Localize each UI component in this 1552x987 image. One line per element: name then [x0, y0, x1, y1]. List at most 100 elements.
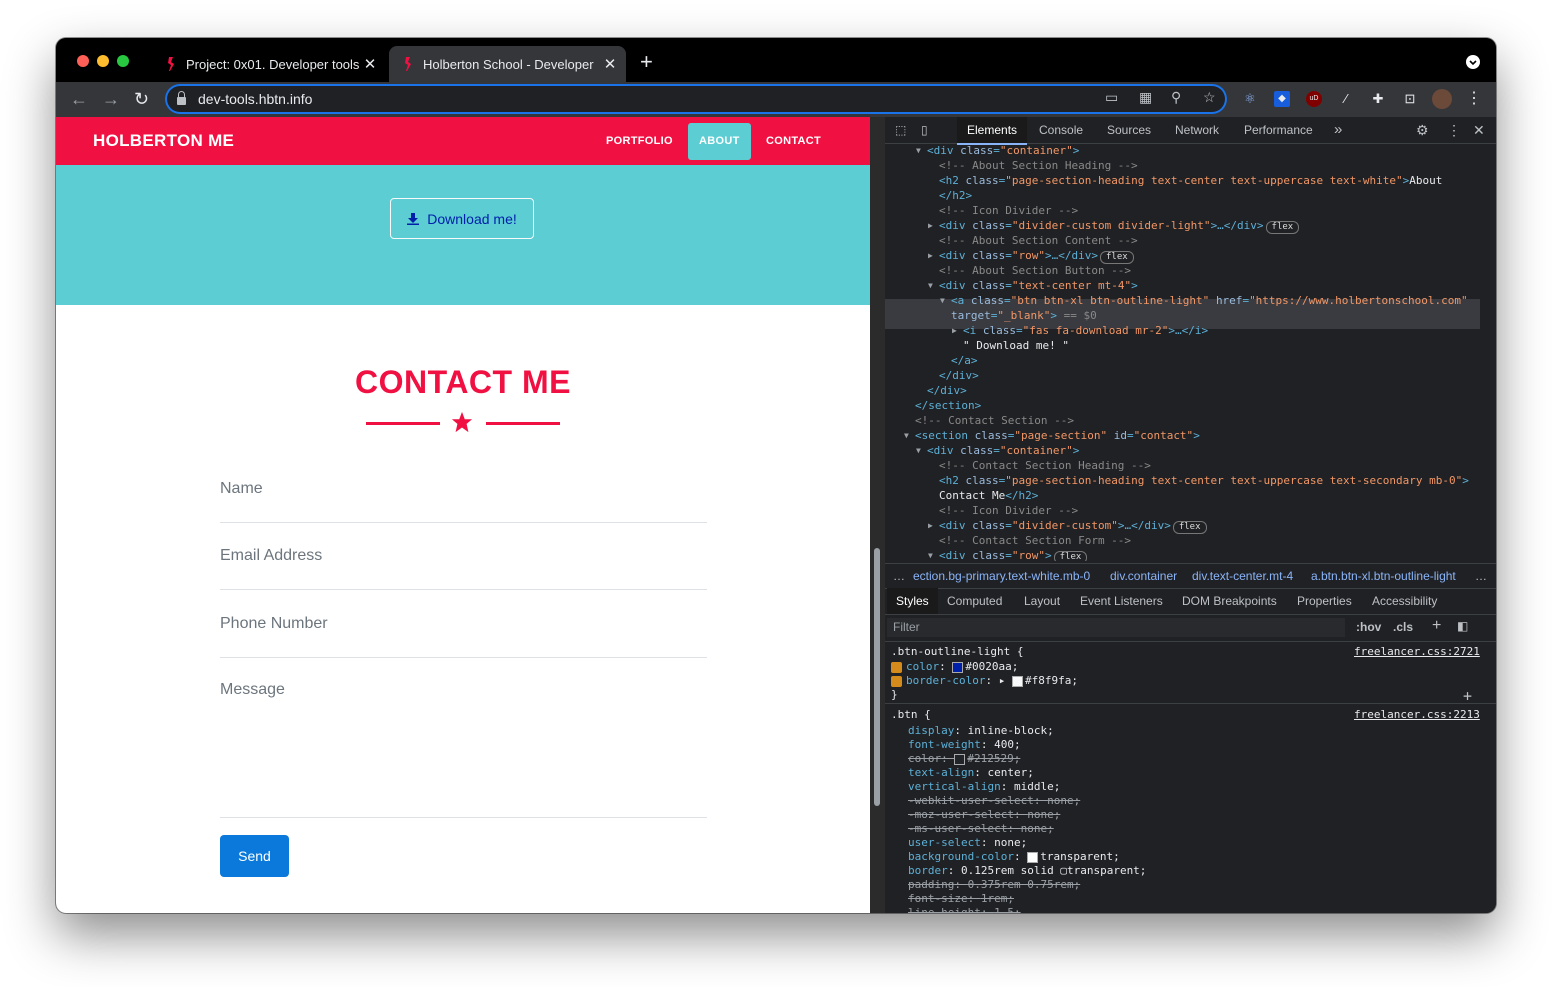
expanded-arrow-icon[interactable]: ▼	[928, 278, 933, 293]
cast-tab-icon[interactable]: ▭	[1105, 89, 1118, 106]
rule1-source-link[interactable]: freelancer.css:2721	[1354, 645, 1480, 659]
dom-node-line[interactable]: ▼ <div class="row"> flex	[928, 548, 1088, 561]
dom-node-line[interactable]: </section>	[915, 398, 981, 413]
dom-node-line[interactable]: </div>	[939, 368, 979, 383]
color-swatch[interactable]	[954, 753, 966, 765]
dom-node-line[interactable]: <!-- Icon Divider -->	[939, 503, 1078, 518]
tab-accessibility[interactable]: Accessibility	[1372, 588, 1437, 614]
minimize-window-button[interactable]	[97, 55, 109, 67]
css-property[interactable]: border: 0.125rem solid ▢transparent;	[908, 864, 1146, 878]
collapsed-arrow-icon[interactable]: ▶	[952, 323, 957, 338]
css-property[interactable]: font-size: 1rem;	[908, 892, 1014, 906]
css-property[interactable]: color: #212529;	[908, 752, 1020, 766]
dom-node-line[interactable]: ▼ <a class="btn btn-xl btn-outline-light"…	[940, 293, 1468, 308]
dom-node-line[interactable]: ▼ <div class="container">	[916, 443, 1079, 458]
site-brand[interactable]: HOLBERTON ME	[93, 131, 234, 151]
forward-icon[interactable]: →	[102, 89, 120, 109]
tab-styles[interactable]: Styles	[887, 588, 938, 614]
expanded-arrow-icon[interactable]: ▼	[940, 293, 945, 308]
close-tab-icon[interactable]: ✕	[600, 55, 620, 73]
breadcrumb-ellipsis[interactable]: …	[893, 564, 905, 588]
flex-badge[interactable]: flex	[1172, 521, 1207, 534]
bookmark-star-icon[interactable]: ☆	[1203, 89, 1216, 106]
css-property[interactable]: background-color: transparent;	[908, 850, 1120, 864]
new-tab-icon[interactable]: +	[640, 50, 653, 74]
dom-node-line[interactable]: <!-- About Section Heading -->	[939, 158, 1138, 173]
close-tab-icon[interactable]: ✕	[360, 55, 380, 73]
zoom-window-button[interactable]	[117, 55, 129, 67]
tab-network[interactable]: Network	[1175, 117, 1219, 143]
hov-toggle[interactable]: :hov	[1356, 620, 1381, 634]
css-property[interactable]: user-select: none;	[908, 836, 1027, 850]
dom-node-line[interactable]: <!-- Contact Section Heading -->	[939, 458, 1151, 473]
css-property[interactable]: padding: 0.375rem 0.75rem;	[908, 878, 1080, 892]
color-swatch[interactable]	[1011, 675, 1023, 687]
dom-node-line[interactable]: </div>	[927, 383, 967, 398]
dom-node-line[interactable]: target="_blank"> == $0	[951, 308, 1097, 323]
page-scrollbar-thumb[interactable]	[874, 548, 880, 806]
dom-node-line[interactable]: </h2>	[939, 188, 972, 203]
nav-portfolio[interactable]: PORTFOLIO	[606, 117, 673, 165]
dom-node-line[interactable]: <!-- Icon Divider -->	[939, 203, 1078, 218]
dom-node-line[interactable]: ▼ <div class="text-center mt-4">	[928, 278, 1138, 293]
breadcrumb-section[interactable]: ection.bg-primary.text-white.mb-0	[913, 564, 1090, 588]
inspect-element-icon[interactable]: ⬚	[895, 117, 906, 143]
checkbox-checked-icon[interactable]	[891, 675, 902, 687]
dom-node-line[interactable]: ▶ <div class="divider-custom">…</div> flex	[928, 518, 1207, 534]
extensions-puzzle-icon[interactable]: ✚	[1370, 91, 1386, 107]
collapsed-arrow-icon[interactable]: ▶	[928, 518, 933, 533]
breadcrumb-text-center[interactable]: div.text-center.mt-4	[1192, 564, 1293, 588]
email-field[interactable]: Email Address	[220, 539, 707, 590]
rule1-prop-color[interactable]: color: #0020aa;	[891, 660, 1018, 674]
cast-icon[interactable]: ⊡	[1402, 91, 1418, 107]
breadcrumb-container[interactable]: div.container	[1110, 564, 1177, 588]
rule1-prop-border-color[interactable]: border-color: ▸ #f8f9fa;	[891, 674, 1078, 688]
collapsed-arrow-icon[interactable]: ▶	[928, 248, 933, 263]
toggle-sidebar-icon[interactable]: ◧	[1457, 619, 1468, 633]
dom-node-line[interactable]: Contact Me</h2>	[939, 488, 1038, 503]
rule2-source-link[interactable]: freelancer.css:2213	[1354, 708, 1480, 722]
close-window-button[interactable]	[77, 55, 89, 67]
browser-menu-icon[interactable]: ⋮	[1466, 91, 1482, 107]
tab-project[interactable]: Project: 0x01. Developer tools ✕	[152, 46, 386, 82]
more-tabs-icon[interactable]: »	[1334, 117, 1342, 143]
device-toolbar-icon[interactable]: ▯	[921, 117, 928, 143]
dom-node-line[interactable]: ▶ <i class="fas fa-download mr-2">…</i>	[952, 323, 1208, 338]
add-property-icon[interactable]: +	[1463, 689, 1472, 704]
color-swatch[interactable]	[952, 661, 964, 673]
dom-tree[interactable]: ▼ <div class="container"> <!-- About Secti…	[885, 145, 1496, 561]
css-property[interactable]: -ms-user-select: none;	[908, 822, 1054, 836]
dom-node-line[interactable]: <!-- Contact Section -->	[915, 413, 1074, 428]
css-property[interactable]: -moz-user-select: none;	[908, 808, 1060, 822]
styles-filter-input[interactable]: Filter	[887, 618, 1345, 637]
css-property[interactable]: line-height: 1.5;	[908, 906, 1021, 913]
tab-performance[interactable]: Performance	[1244, 117, 1313, 143]
zoom-icon[interactable]: ⚲	[1171, 89, 1181, 106]
nav-contact[interactable]: CONTACT	[766, 117, 821, 165]
tab-console[interactable]: Console	[1039, 117, 1083, 143]
tab-event-listeners[interactable]: Event Listeners	[1080, 588, 1163, 614]
dom-node-line[interactable]: ▼ <section class="page-section" id="conta…	[904, 428, 1200, 443]
phone-field[interactable]: Phone Number	[220, 606, 707, 658]
back-icon[interactable]: ←	[70, 89, 88, 109]
dom-node-line[interactable]: ▼ <div class="container">	[916, 145, 1079, 158]
flex-badge[interactable]: flex	[1053, 551, 1088, 561]
ublock-icon[interactable]: uD	[1306, 91, 1322, 107]
qr-code-icon[interactable]: ▦	[1139, 89, 1152, 106]
dom-node-line[interactable]: <h2 class="page-section-heading text-cen…	[939, 173, 1442, 188]
download-button[interactable]: Download me!	[390, 198, 534, 239]
tab-computed[interactable]: Computed	[947, 588, 1002, 614]
css-property[interactable]: display: inline-block;	[908, 724, 1054, 738]
devtools-menu-icon[interactable]: ⋮	[1447, 117, 1461, 143]
dom-node-line[interactable]: <!-- Contact Section Form -->	[939, 533, 1131, 548]
css-property[interactable]: text-align: center;	[908, 766, 1034, 780]
tab-layout[interactable]: Layout	[1024, 588, 1060, 614]
dom-node-line[interactable]: </a>	[951, 353, 978, 368]
address-bar[interactable]: dev-tools.hbtn.info	[165, 84, 1227, 114]
cls-toggle[interactable]: .cls	[1393, 620, 1413, 634]
tab-sources[interactable]: Sources	[1107, 117, 1151, 143]
expanded-arrow-icon[interactable]: ▼	[916, 443, 921, 458]
breadcrumb-ellipsis-end[interactable]: …	[1475, 564, 1487, 588]
eyedropper-icon[interactable]: ⁄	[1338, 91, 1354, 107]
dom-node-line[interactable]: <!-- About Section Content -->	[939, 233, 1138, 248]
